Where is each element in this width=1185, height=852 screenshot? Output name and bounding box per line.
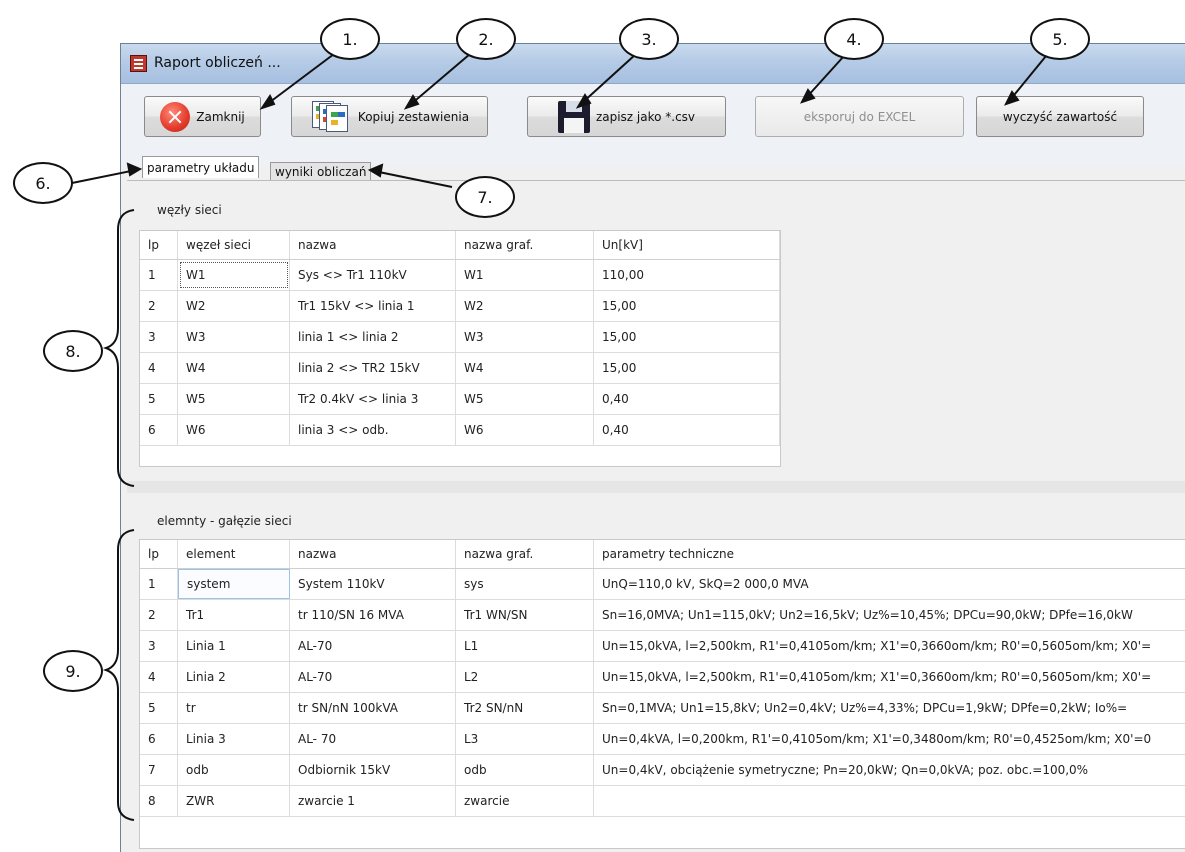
bracket-9 [102,529,135,821]
callout-2-arrowhead [403,94,420,110]
bracket-8 [102,209,135,487]
callout-7-arrow [373,170,453,188]
callout-5: 5. [1030,18,1090,60]
callout-6: 6. [13,162,73,204]
callout-7-arrowhead [367,163,384,178]
callout-2: 2. [456,18,516,60]
callout-4-arrow [805,55,845,99]
callout-6-arrow [71,169,137,184]
callout-2-arrow [409,53,471,106]
annotation-overlay [71,53,1047,821]
callout-1-arrowhead [259,94,276,110]
callout-8: 8. [43,330,103,372]
callout-6-arrowhead [126,162,143,177]
callout-3: 3. [619,18,679,60]
callout-1-arrow [265,53,335,106]
callout-5-arrow [1009,55,1047,101]
callout-7: 7. [455,176,515,218]
callout-3-arrow [581,53,637,104]
callout-4: 4. [824,18,884,60]
callout-9: 9. [43,650,103,692]
callout-1: 1. [320,18,380,60]
